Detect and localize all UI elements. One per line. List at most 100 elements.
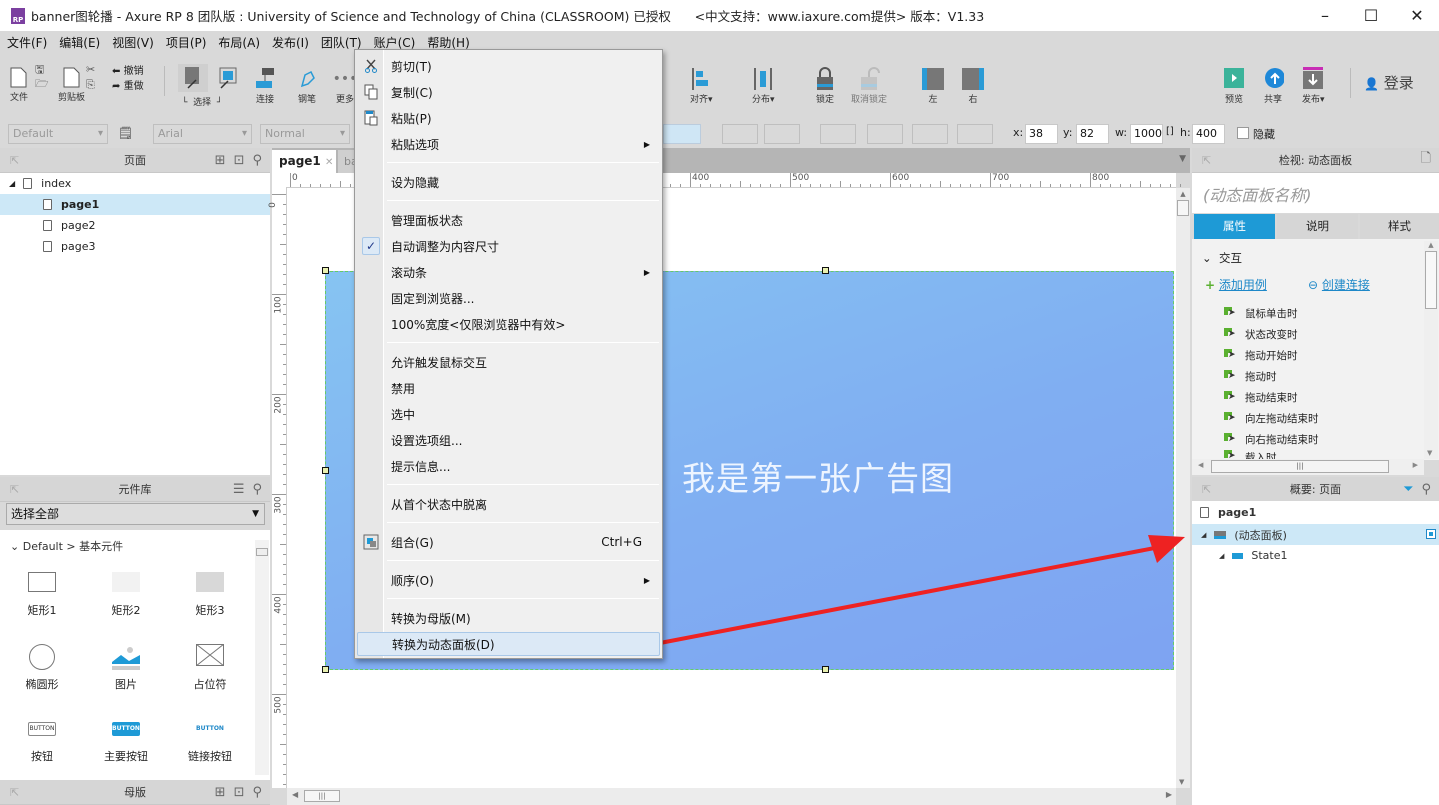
tabs-dropdown-icon[interactable]: ▼ [1179,154,1186,164]
add-case-link[interactable]: + 添加用例 [1205,276,1267,293]
context-menu-item[interactable]: 允许触发鼠标交互 [357,350,660,374]
expand-icon[interactable]: ◢ [9,179,15,188]
tab-style[interactable]: 样式 [1360,214,1439,239]
file-button[interactable]: 文件 [8,64,30,103]
event-item[interactable]: ➤ 向左拖动结束时 [1224,408,1319,428]
font-weight-select[interactable]: Normal [260,124,350,144]
menu-view[interactable]: 视图(V) [112,34,154,51]
share-button[interactable]: 共享 [1262,66,1284,105]
context-menu-item[interactable]: 提示信息... [357,454,660,478]
context-menu-item[interactable]: ✓ 自动调整为内容尺寸 [357,234,660,258]
widget-rect3[interactable]: 矩形3 [175,572,245,618]
clipboard-button[interactable]: 剪贴板 [58,64,85,103]
context-menu-item[interactable]: 剪切(T) [357,54,660,78]
undo-redo[interactable]: ⬅ 撤销 ➦ 重做 [112,64,144,94]
minimize-button[interactable]: – [1302,0,1348,31]
arrow-style-select[interactable] [957,124,993,144]
menu-arrange[interactable]: 布局(A) [218,34,260,51]
maximize-button[interactable]: ☐ [1348,0,1394,31]
line-color-select[interactable] [820,124,856,144]
login-button[interactable]: 👤 登录 [1364,72,1414,93]
select-contain-button[interactable] [216,64,240,95]
tab-notes[interactable]: 说明 [1277,214,1358,239]
library-filter-select[interactable]: 选择全部 ▼ [6,503,265,525]
event-item[interactable]: ➤ 向右拖动结束时 [1224,429,1319,449]
align-text-buttons[interactable] [663,124,701,144]
tree-item-page2[interactable]: page2 [0,215,270,236]
x-input[interactable]: 38 [1025,124,1058,144]
context-menu-item[interactable]: 复制(C) [357,80,660,104]
select-mode-active[interactable] [178,64,208,92]
save-open-icons[interactable]: 🖫 🗁 [35,63,49,91]
pin-icon[interactable]: ⇱ [10,786,19,799]
menu-file[interactable]: 文件(F) [7,34,47,51]
canvas-horizontal-scrollbar[interactable]: ◀ ||| ▶ [287,788,1176,805]
tab-properties[interactable]: 属性 [1194,214,1275,239]
fill-color-select[interactable] [722,124,758,144]
menu-publish[interactable]: 发布(I) [272,34,309,51]
undo-button[interactable]: ⬅ 撤销 [112,64,144,79]
expand-icon[interactable]: ◢ [1201,531,1206,539]
outline-dynamic-panel[interactable]: ◢ (动态面板) [1192,524,1439,545]
context-menu-item[interactable]: 转换为母版(M) [357,606,660,630]
resize-handle[interactable] [322,267,329,274]
hidden-checkbox[interactable] [1237,127,1249,139]
add-folder-icon[interactable]: ⊡ [234,153,245,168]
y-input[interactable]: 82 [1076,124,1109,144]
style-select[interactable]: Default [8,124,108,144]
search-icon[interactable]: ⚲ [252,153,262,168]
widget-image[interactable]: 图片 [91,642,161,692]
context-menu-item[interactable]: 粘贴(P) [357,106,660,130]
panel-name-input[interactable]: (动态面板名称) [1192,173,1439,213]
search-icon[interactable]: ⚲ [1421,482,1431,497]
library-scrollbar[interactable] [255,540,269,775]
h-input[interactable]: 400 [1192,124,1225,144]
menu-edit[interactable]: 编辑(E) [59,34,100,51]
pin-icon[interactable]: ⇱ [10,154,19,167]
resize-handle[interactable] [822,267,829,274]
pen-button[interactable]: 钢笔 [296,66,318,105]
event-item[interactable]: ➤ 拖动结束时 [1224,387,1298,407]
line-width-select[interactable] [867,124,903,144]
expand-icon[interactable]: ◢ [1219,552,1224,560]
widget-link-button[interactable]: BUTTON 链接按钮 [175,722,245,764]
context-menu-item[interactable]: 固定到浏览器... [357,286,660,310]
context-menu-item[interactable]: 从首个状态中脱离 [357,492,660,516]
library-section-header[interactable]: ⌄ Default > 基本元件 [10,538,123,554]
more-button[interactable]: ••• 更多 [333,66,358,105]
event-item[interactable]: ➤ 拖动时 [1224,366,1277,386]
filter-icon[interactable]: ⏷ [1403,482,1413,497]
context-menu-item[interactable]: 100%宽度<仅限浏览器中有效> [357,312,660,336]
lock-button[interactable]: 锁定 [814,66,836,105]
widget-button[interactable]: BUTTON 按钮 [7,722,77,764]
inspector-hscrollbar[interactable]: ◀ ||| ▶ [1192,459,1424,475]
tree-item-page3[interactable]: page3 [0,236,270,257]
publish-button[interactable]: 发布▾ [1302,66,1325,105]
widget-primary-button[interactable]: BUTTON 主要按钮 [91,722,161,764]
pin-icon[interactable]: ⇱ [10,483,19,496]
align-button[interactable]: 对齐▾ [690,66,713,105]
resize-handle[interactable] [822,666,829,673]
preview-button[interactable]: 预览 [1223,66,1245,105]
add-folder-icon[interactable]: ⊡ [234,785,245,800]
scroll-thumb[interactable] [1177,200,1189,216]
interactions-section-header[interactable]: ⌄ 交互 [1202,250,1242,266]
add-master-icon[interactable]: ⊞ [215,785,226,800]
left-button[interactable]: 左 [922,66,944,105]
redo-button[interactable]: ➦ 重做 [112,79,144,94]
font-select[interactable]: Arial [153,124,252,144]
unlock-button[interactable]: 取消锁定 [851,66,887,105]
context-menu-item[interactable]: 滚动条 ▶ [357,260,660,284]
outline-page[interactable]: page1 [1200,506,1256,519]
notes-page-icon[interactable]: 🗋 [1421,149,1431,171]
right-button[interactable]: 右 [962,66,984,105]
pin-icon[interactable]: ⇱ [1202,483,1211,496]
scroll-thumb[interactable]: ||| [304,790,340,802]
context-menu-item[interactable]: 选中 [357,402,660,426]
add-page-icon[interactable]: ⊞ [215,153,226,168]
context-menu-item[interactable]: 禁用 [357,376,660,400]
context-menu-item[interactable]: 设为隐藏 [357,170,660,194]
tree-item-index[interactable]: ◢ index [0,173,270,194]
connect-button[interactable]: 连接 [254,66,276,105]
menu-icon[interactable]: ☰ [233,482,245,497]
